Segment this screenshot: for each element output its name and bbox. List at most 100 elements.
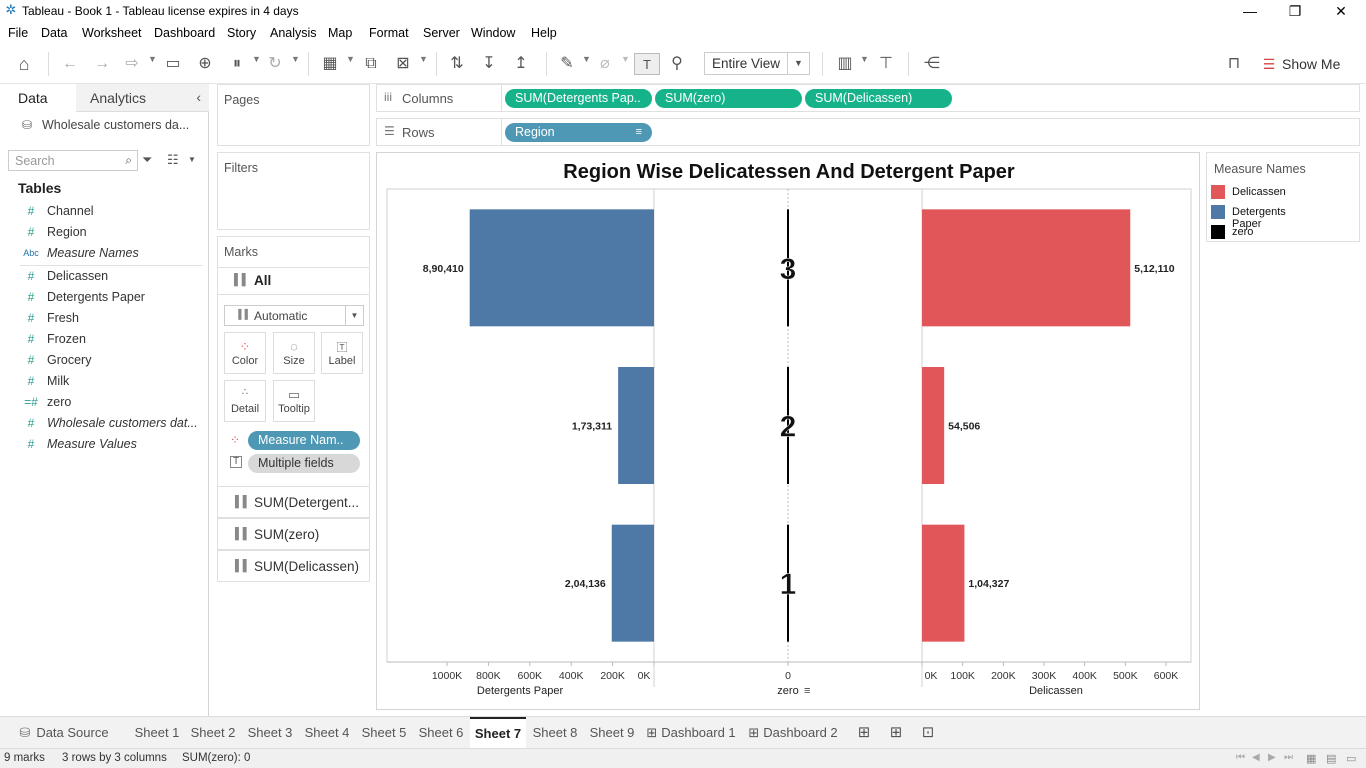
menu-analysis[interactable]: Analysis bbox=[270, 26, 317, 40]
menu-file[interactable]: File bbox=[8, 26, 28, 40]
pages-card[interactable]: Pages bbox=[217, 84, 370, 146]
row-pill-region[interactable]: Region ≡ bbox=[505, 123, 652, 142]
sort-ascending-icon[interactable]: ↧ bbox=[478, 53, 500, 75]
menu-map[interactable]: Map bbox=[328, 26, 352, 40]
first-page-icon[interactable]: ⏮ bbox=[1236, 752, 1245, 763]
new-worksheet-icon[interactable]: ▦ bbox=[318, 53, 342, 75]
menu-format[interactable]: Format bbox=[369, 26, 409, 40]
group-members-icon[interactable]: ⌀ bbox=[594, 53, 616, 75]
worksheet-view[interactable]: Region Wise Delicatessen And Detergent P… bbox=[376, 152, 1200, 710]
fix-axes-icon[interactable]: ⚲ bbox=[666, 53, 688, 75]
view-list-icon[interactable]: ☷ bbox=[167, 152, 179, 168]
chevron-down-icon[interactable]: ▼ bbox=[188, 155, 196, 164]
tab-analytics[interactable]: Analytics ‹ bbox=[76, 84, 209, 112]
label-pill-multiple-fields[interactable]: Multiple fields bbox=[248, 454, 360, 473]
tab-sheet-3[interactable]: Sheet 3 bbox=[243, 717, 297, 748]
size-button[interactable]: ◌ Size bbox=[273, 332, 315, 374]
new-datasource-icon[interactable]: ⊕ bbox=[194, 53, 216, 75]
menu-data[interactable]: Data bbox=[41, 26, 67, 40]
datasource-name[interactable]: Wholesale customers da... bbox=[42, 118, 189, 132]
tooltip-button[interactable]: ▭ Tooltip bbox=[273, 380, 315, 422]
tab-sheet-9[interactable]: Sheet 9 bbox=[585, 717, 639, 748]
chevron-down-icon[interactable]: ▼ bbox=[291, 54, 300, 64]
filters-card[interactable]: Filters bbox=[217, 152, 370, 230]
chevron-down-icon[interactable]: ▼ bbox=[346, 54, 355, 64]
menu-help[interactable]: Help bbox=[531, 26, 557, 40]
new-story-icon[interactable]: ⊡ bbox=[914, 717, 942, 748]
sort-descending-icon[interactable]: ↥ bbox=[510, 53, 532, 75]
save-icon[interactable]: ▭ bbox=[162, 53, 184, 75]
show-labels-icon[interactable]: T bbox=[634, 53, 660, 75]
undo-icon[interactable]: ← bbox=[58, 53, 82, 75]
presentation-mode-icon[interactable]: ⊤ bbox=[874, 53, 898, 75]
new-dashboard-icon[interactable]: ⊞ bbox=[882, 717, 910, 748]
chevron-down-icon[interactable]: ▼ bbox=[419, 54, 428, 64]
menu-worksheet[interactable]: Worksheet bbox=[82, 26, 142, 40]
tab-view-icon[interactable]: ▭ bbox=[1346, 752, 1356, 765]
show-me-icon[interactable]: ☰ bbox=[1260, 53, 1278, 75]
format-painter-icon[interactable]: ⊓ bbox=[1222, 53, 1246, 75]
tab-sheet-5[interactable]: Sheet 5 bbox=[357, 717, 411, 748]
menu-window[interactable]: Window bbox=[471, 26, 515, 40]
measure-tab-delicassen[interactable]: ▐▐ SUM(Delicassen) bbox=[217, 550, 370, 582]
replay-icon[interactable]: ⇨ bbox=[120, 53, 144, 75]
filter-icon[interactable]: ⏷ bbox=[142, 152, 152, 168]
tab-sheet-7[interactable]: Sheet 7 bbox=[470, 717, 526, 748]
tab-sheet-6[interactable]: Sheet 6 bbox=[414, 717, 468, 748]
highlight-icon[interactable]: ✎ bbox=[556, 53, 578, 75]
chevron-down-icon[interactable]: ▼ bbox=[148, 54, 157, 64]
prev-page-icon[interactable]: ◀ bbox=[1252, 752, 1260, 763]
tab-dashboard-1[interactable]: ⊞ Dashboard 1 bbox=[642, 717, 740, 748]
measure-tab-zero[interactable]: ▐▐ SUM(zero) bbox=[217, 518, 370, 550]
minimize-icon[interactable]: — bbox=[1227, 0, 1273, 22]
home-icon[interactable]: ⌂ bbox=[12, 53, 36, 75]
chevron-down-icon[interactable]: ▼ bbox=[621, 54, 630, 64]
clear-sheet-icon[interactable]: ⊠ bbox=[392, 53, 414, 75]
share-icon[interactable]: ⋲ bbox=[920, 53, 944, 75]
column-pill-delicassen[interactable]: SUM(Delicassen) bbox=[805, 89, 952, 108]
mark-type-select[interactable]: ▐▐ Automatic ▼ bbox=[224, 305, 364, 326]
close-icon[interactable]: ✕ bbox=[1318, 0, 1364, 22]
tab-sheet-1[interactable]: Sheet 1 bbox=[130, 717, 184, 748]
collapse-icon[interactable]: ‹ bbox=[196, 89, 201, 105]
chevron-down-icon[interactable]: ▼ bbox=[860, 54, 869, 64]
show-me-button[interactable]: Show Me bbox=[1282, 53, 1342, 75]
column-pill-zero[interactable]: SUM(zero) bbox=[655, 89, 802, 108]
color-legend[interactable]: Measure Names Delicassen Detergents Pape… bbox=[1206, 152, 1360, 242]
color-button[interactable]: ⁘ Color bbox=[224, 332, 266, 374]
show-cards-icon[interactable]: ▥ bbox=[833, 53, 857, 75]
redo-icon[interactable]: → bbox=[90, 53, 114, 75]
menu-server[interactable]: Server bbox=[423, 26, 460, 40]
tab-data[interactable]: Data bbox=[0, 84, 76, 112]
tab-data-source[interactable]: ⛁ Data Source bbox=[0, 717, 128, 748]
duplicate-sheet-icon[interactable]: ⧉ bbox=[360, 53, 382, 75]
tab-sheet-2[interactable]: Sheet 2 bbox=[186, 717, 240, 748]
menu-dashboard[interactable]: Dashboard bbox=[154, 26, 215, 40]
last-page-icon[interactable]: ⏭ bbox=[1284, 752, 1293, 763]
measure-tab-detergents[interactable]: ▐▐ SUM(Detergent... bbox=[217, 486, 370, 518]
label-button[interactable]: 🅃 Label bbox=[321, 332, 363, 374]
columns-shelf[interactable]: iii Columns SUM(Detergents Pap.. SUM(zero… bbox=[376, 84, 1360, 112]
marks-all-row[interactable]: ▐▐ All bbox=[218, 267, 369, 295]
chevron-down-icon[interactable]: ▼ bbox=[582, 54, 591, 64]
next-page-icon[interactable]: ▶ bbox=[1268, 752, 1276, 763]
refresh-icon[interactable]: ↻ bbox=[264, 53, 286, 75]
view-mode-select[interactable]: Entire View ▼ bbox=[704, 52, 810, 75]
column-pill-detergents[interactable]: SUM(Detergents Pap.. bbox=[505, 89, 652, 108]
filmstrip-view-icon[interactable]: ▤ bbox=[1326, 752, 1336, 765]
grid-view-icon[interactable]: ▦ bbox=[1306, 752, 1316, 765]
new-worksheet-icon[interactable]: ⊞ bbox=[850, 717, 878, 748]
search-input[interactable]: Search ⌕ bbox=[8, 150, 138, 171]
restore-icon[interactable]: ❐ bbox=[1272, 0, 1318, 22]
pause-updates-icon[interactable]: ⏸ bbox=[226, 53, 248, 75]
swap-icon[interactable]: ⇅ bbox=[446, 53, 468, 75]
bar-chart[interactable]: Region Wise Delicatessen And Detergent P… bbox=[377, 153, 1199, 709]
chart-marks[interactable]: 8,90,410 3 5,12,110 1,73,311 2 54,506 2,04,136… bbox=[423, 209, 1175, 642]
rows-shelf[interactable]: ☰ Rows Region ≡ bbox=[376, 118, 1360, 146]
chevron-down-icon[interactable]: ▼ bbox=[252, 54, 261, 64]
tab-sheet-4[interactable]: Sheet 4 bbox=[300, 717, 354, 748]
menu-story[interactable]: Story bbox=[227, 26, 256, 40]
tab-dashboard-2[interactable]: ⊞ Dashboard 2 bbox=[744, 717, 842, 748]
detail-button[interactable]: ∴ Detail bbox=[224, 380, 266, 422]
color-pill-measure-names[interactable]: Measure Nam.. bbox=[248, 431, 360, 450]
